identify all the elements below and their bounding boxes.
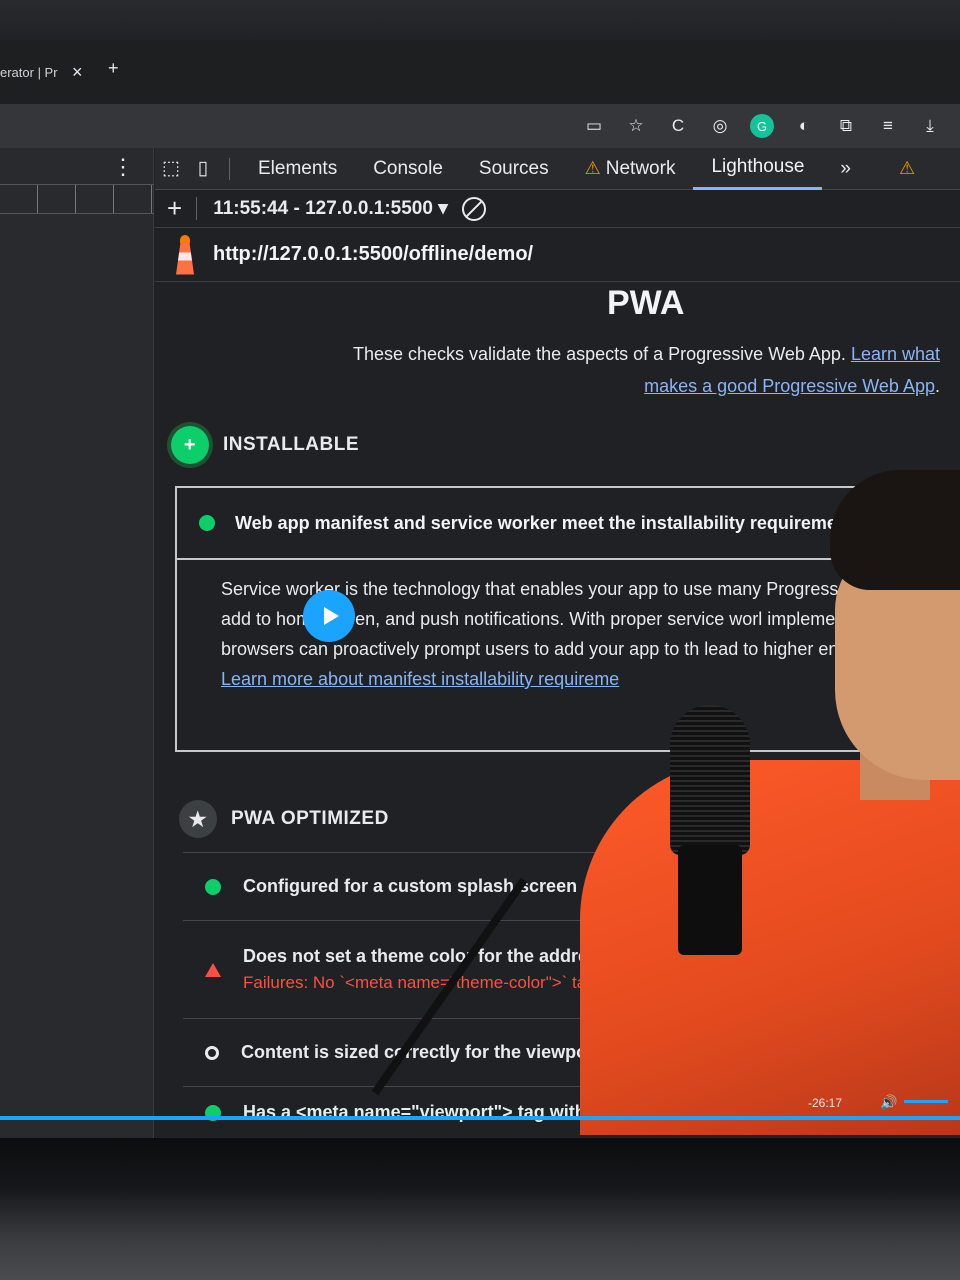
- clear-icon[interactable]: [461, 196, 486, 221]
- tab-network-label: Network: [605, 157, 676, 179]
- issues-warning-icon[interactable]: ⚠: [899, 158, 915, 179]
- pwa-optimized-group-header: ★ PWA OPTIMIZED: [179, 800, 389, 838]
- more-tabs-icon[interactable]: »: [822, 148, 869, 190]
- report-url[interactable]: http://127.0.0.1:5500/offline/demo/: [213, 243, 533, 266]
- category-description: These checks validate the aspects of a P…: [340, 338, 940, 402]
- volume-slider[interactable]: [904, 1100, 948, 1103]
- installable-group-header: + INSTALLABLE: [171, 426, 359, 464]
- play-icon: [323, 607, 339, 625]
- report-url-bar: http://127.0.0.1:5500/offline/demo/: [155, 228, 960, 282]
- tab-sources[interactable]: Sources: [461, 148, 567, 190]
- close-icon[interactable]: ×: [72, 62, 83, 83]
- device-toolbar-icon[interactable]: ▯: [187, 157, 219, 180]
- kebab-menu-icon[interactable]: ⋮: [112, 154, 134, 180]
- description-end: .: [934, 376, 940, 396]
- cast-icon[interactable]: ▭: [582, 114, 606, 138]
- star-icon[interactable]: ☆: [624, 114, 648, 138]
- info-indicator: [205, 1045, 219, 1060]
- puzzle-icon[interactable]: ⧉: [834, 114, 858, 138]
- laptop-bezel: [0, 1138, 960, 1280]
- divider: [229, 157, 230, 180]
- lighthouse-logo-icon: [173, 234, 197, 275]
- left-pane-tabs: [0, 184, 154, 214]
- video-controls: -26:17 🔊: [0, 1094, 960, 1134]
- new-tab-button[interactable]: +: [108, 58, 119, 79]
- fail-indicator: [205, 962, 221, 977]
- tab-network[interactable]: ⚠ Network: [567, 148, 694, 190]
- pass-indicator: [205, 878, 221, 895]
- grammarly-icon[interactable]: G: [750, 114, 774, 138]
- browser-toolbar: ▭ ☆ C ◎ G ◐ ⧉ ≡ ⤓: [0, 104, 960, 148]
- screen: erator | Pr × + ▭ ☆ C ◎ G ◐ ⧉ ≡ ⤓ ⋮ ⬚ ▯ …: [0, 0, 960, 1280]
- tab-console[interactable]: Console: [355, 148, 461, 190]
- warning-icon: ⚠: [584, 158, 601, 178]
- devtools-tab-bar: ⬚ ▯ Elements Console Sources ⚠ Network Li…: [155, 148, 960, 190]
- pwa-optimized-heading: PWA OPTIMIZED: [231, 808, 389, 829]
- download-icon[interactable]: ⤓: [918, 114, 942, 138]
- star-icon: ★: [179, 800, 217, 838]
- extension-c-icon[interactable]: C: [666, 114, 690, 138]
- target-icon[interactable]: ◎: [708, 114, 732, 138]
- description-text: These checks validate the aspects of a P…: [352, 344, 846, 364]
- tab-lighthouse[interactable]: Lighthouse: [693, 148, 823, 190]
- microphone: [670, 705, 760, 965]
- tab-elements[interactable]: Elements: [240, 148, 355, 190]
- devtools-left-pane: ⋮: [0, 148, 154, 1138]
- installable-heading: INSTALLABLE: [223, 434, 360, 455]
- browser-tab-title: erator | Pr: [0, 64, 58, 80]
- play-button[interactable]: [303, 590, 355, 642]
- time-remaining: -26:17: [808, 1096, 843, 1110]
- contrast-icon[interactable]: ◐: [792, 114, 816, 138]
- presenter-video: [560, 470, 960, 1135]
- inspect-element-icon[interactable]: ⬚: [155, 157, 187, 180]
- lighthouse-toolbar: + 11:55:44 - 127.0.0.1:5500 ▾: [155, 190, 960, 228]
- pass-indicator: [199, 515, 215, 531]
- category-title: PWA: [607, 284, 685, 322]
- audit-title: Configured for a custom splash screen: [243, 876, 578, 896]
- reading-list-icon[interactable]: ≡: [876, 114, 900, 138]
- report-selector[interactable]: 11:55:44 - 127.0.0.1:5500 ▾: [196, 197, 448, 220]
- audit-title: Content is sized correctly for the viewp…: [241, 1042, 601, 1062]
- browser-tab-strip: [0, 40, 960, 102]
- volume-icon[interactable]: 🔊: [880, 1094, 897, 1111]
- new-report-button[interactable]: +: [167, 193, 182, 224]
- plus-icon: +: [171, 426, 209, 464]
- video-progress-fill: [0, 1116, 960, 1120]
- browser-tab[interactable]: erator | Pr ×: [0, 60, 100, 84]
